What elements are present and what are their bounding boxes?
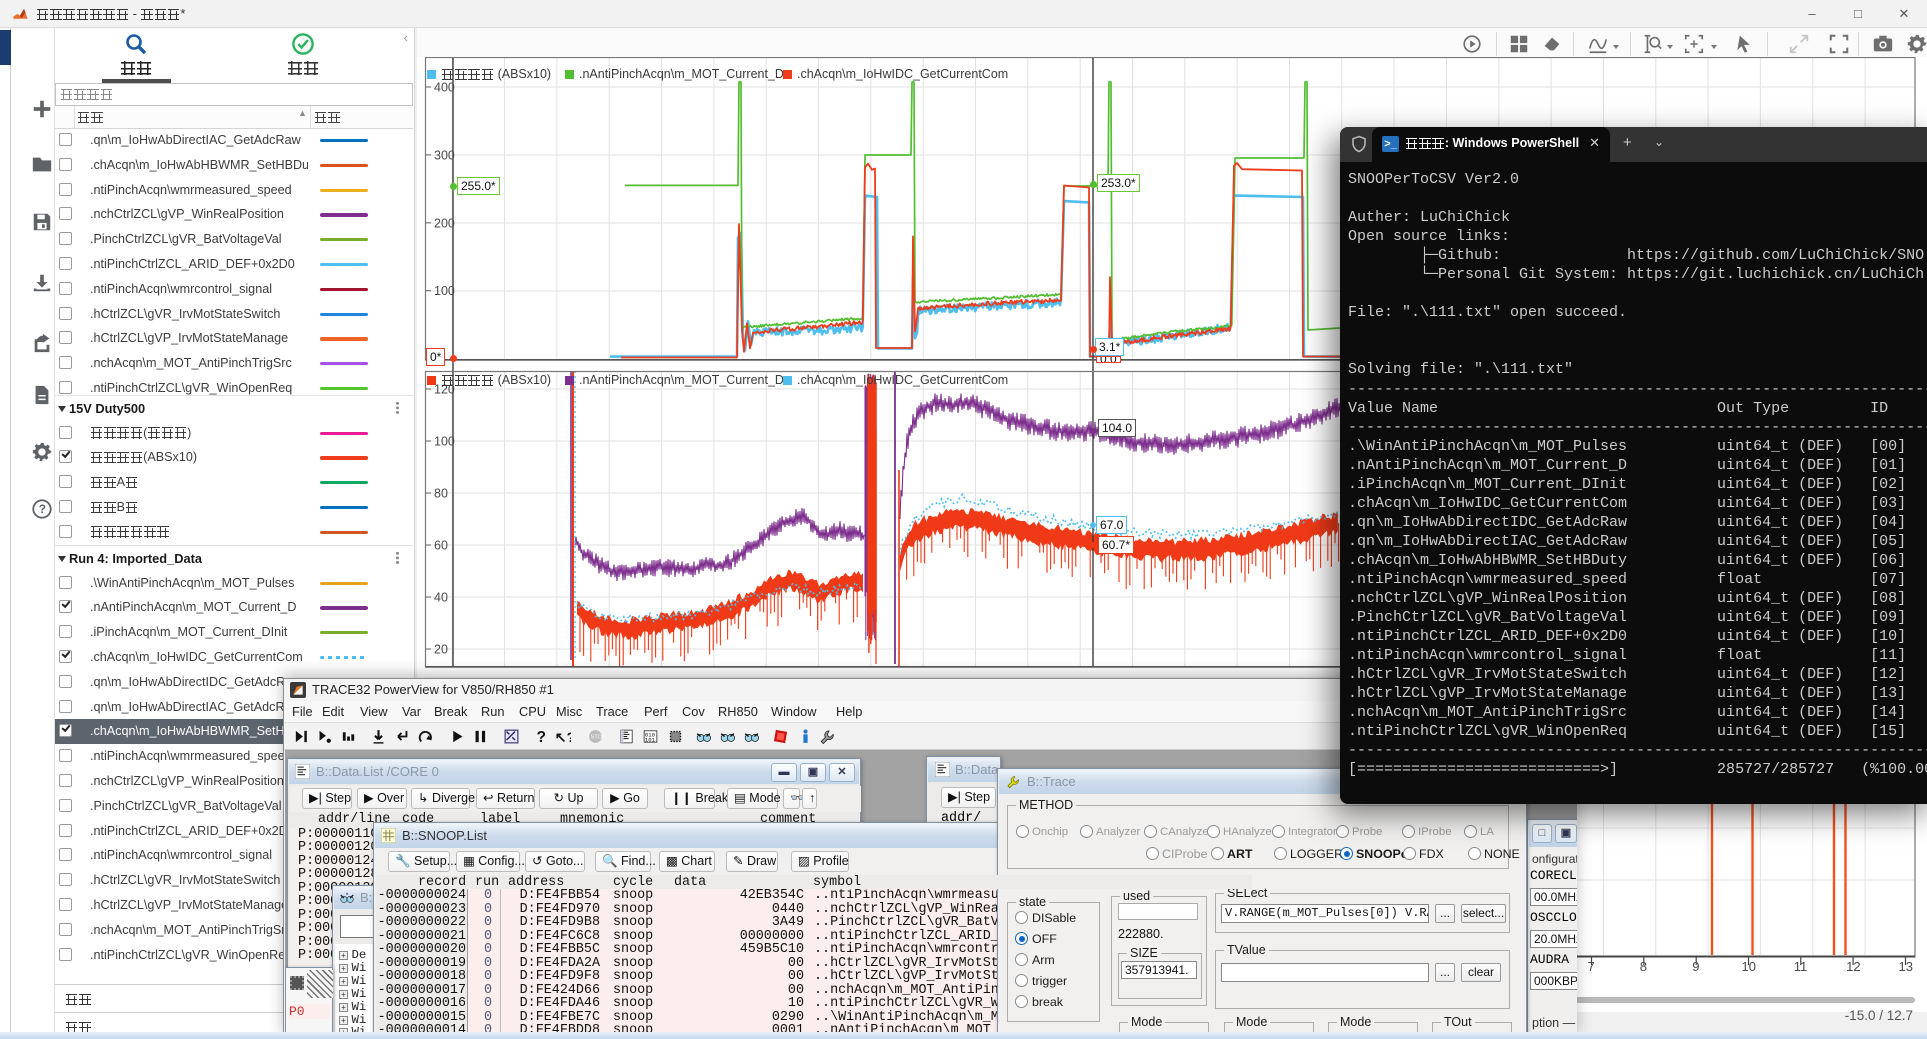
svg-text:20: 20	[434, 643, 448, 657]
svg-text:101: 101	[645, 736, 656, 743]
svg-text:13: 13	[1899, 959, 1913, 974]
svg-text:12: 12	[1846, 959, 1860, 974]
svg-text:200: 200	[434, 216, 455, 230]
svg-text:STOP: STOP	[591, 735, 604, 741]
svg-text:9: 9	[1692, 959, 1699, 974]
svg-text:8: 8	[1640, 959, 1647, 974]
svg-text:40: 40	[434, 591, 448, 605]
svg-text:100: 100	[434, 435, 455, 449]
svg-text:300: 300	[434, 148, 455, 162]
svg-text:80: 80	[434, 487, 448, 501]
svg-text:?: ?	[39, 502, 46, 516]
svg-text:11: 11	[1794, 959, 1808, 974]
svg-text:100: 100	[434, 284, 455, 298]
svg-text:400: 400	[434, 81, 455, 95]
svg-text:↖?: ↖?	[555, 730, 571, 745]
svg-text:10: 10	[1742, 959, 1756, 974]
svg-text:-15.0 / 12.7: -15.0 / 12.7	[1845, 1008, 1913, 1023]
svg-text:7: 7	[1588, 959, 1595, 974]
svg-text:60: 60	[434, 539, 448, 553]
svg-text:?: ?	[537, 729, 547, 745]
